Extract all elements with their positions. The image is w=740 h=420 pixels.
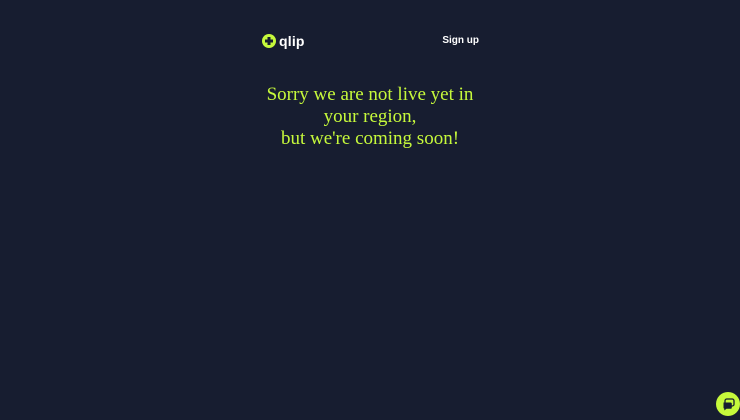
sign-up-link[interactable]: Sign up: [442, 35, 479, 47]
chat-widget-button[interactable]: [716, 392, 740, 416]
header: qlip Sign up: [262, 30, 479, 52]
message-line-2: your region,: [323, 106, 417, 127]
region-unavailable-message: Sorry we are not live yet in your region…: [230, 84, 510, 150]
message-line-1: Sorry we are not live yet in: [266, 84, 474, 105]
chat-bubble-icon: [723, 397, 735, 410]
message-line-3: but we're coming soon!: [280, 128, 460, 149]
plus-circle-icon: [262, 34, 276, 48]
logo-link[interactable]: qlip: [262, 33, 305, 49]
logo-text: qlip: [279, 33, 305, 49]
